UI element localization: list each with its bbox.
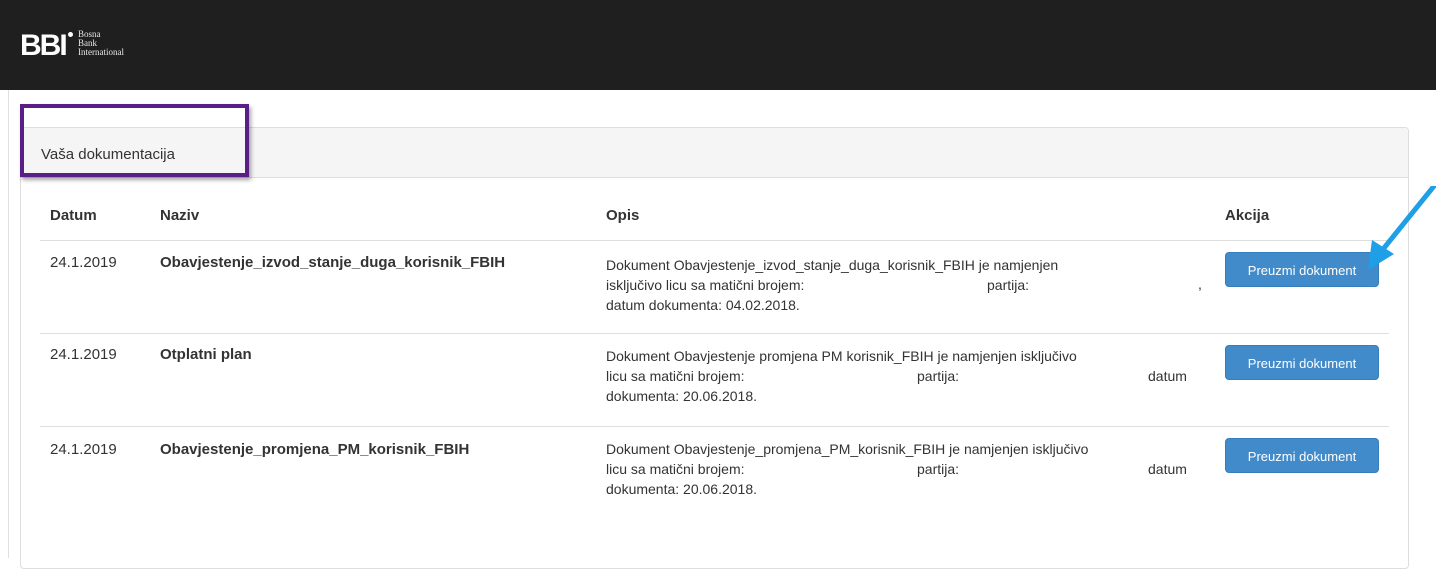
header-divider [40, 240, 1389, 241]
description-line: dokumenta: 20.06.2018. [606, 388, 758, 404]
annotation-highlight-box [20, 104, 249, 177]
description-line: datum dokumenta: 04.02.2018. [606, 297, 800, 313]
description-line: Dokument Obavjestenje promjena PM korisn… [606, 348, 1077, 364]
row-date: 24.1.2019 [50, 254, 117, 271]
row-description: Dokument Obavjestenje_izvod_stanje_duga_… [606, 255, 1202, 315]
column-header-opis: Opis [606, 207, 640, 224]
description-fragment: isključivo licu sa matični brojem: [606, 277, 805, 293]
logo-wordmark: Bosna Bank International [78, 30, 124, 57]
row-name: Otplatni plan [160, 346, 252, 363]
download-document-button[interactable]: Preuzmi dokument [1225, 345, 1379, 380]
row-name: Obavjestenje_promjena_PM_korisnik_FBIH [160, 441, 470, 458]
description-line: licu sa matični brojem: partija: datum [606, 459, 1200, 479]
column-header-akcija: Akcija [1225, 207, 1270, 224]
description-fragment: , [1198, 276, 1202, 292]
description-line: isključivo licu sa matični brojem: parti… [606, 275, 1202, 295]
logo-dot-icon [68, 32, 73, 37]
row-divider [40, 426, 1389, 427]
description-fragment: partija: [987, 277, 1030, 293]
top-navbar: BBI Bosna Bank International [0, 0, 1436, 90]
logo-mark: BBI [20, 29, 68, 62]
row-description: Dokument Obavjestenje_promjena_PM_korisn… [606, 439, 1200, 499]
row-date: 24.1.2019 [50, 346, 117, 363]
description-fragment: datum [1148, 368, 1187, 384]
description-fragment: datum [1148, 461, 1187, 477]
description-line: dokumenta: 20.06.2018. [606, 481, 758, 497]
annotation-arrow-icon [1368, 186, 1436, 270]
row-description: Dokument Obavjestenje promjena PM korisn… [606, 346, 1200, 406]
description-line: Dokument Obavjestenje_izvod_stanje_duga_… [606, 257, 1059, 273]
row-name: Obavjestenje_izvod_stanje_duga_korisnik_… [160, 254, 506, 271]
column-header-datum: Datum [50, 207, 97, 224]
description-line: licu sa matični brojem: partija: datum [606, 366, 1200, 386]
row-date: 24.1.2019 [50, 441, 117, 458]
download-document-button[interactable]: Preuzmi dokument [1225, 252, 1379, 287]
description-fragment: partija: [917, 368, 960, 384]
logo-line-3: International [78, 47, 124, 57]
description-line: Dokument Obavjestenje_promjena_PM_korisn… [606, 441, 1089, 457]
description-fragment: licu sa matični brojem: [606, 461, 745, 477]
description-fragment: licu sa matični brojem: [606, 368, 745, 384]
page-left-border [8, 90, 9, 558]
column-header-naziv: Naziv [160, 207, 200, 224]
description-fragment: partija: [917, 461, 960, 477]
row-divider [40, 333, 1389, 334]
download-document-button[interactable]: Preuzmi dokument [1225, 438, 1379, 473]
